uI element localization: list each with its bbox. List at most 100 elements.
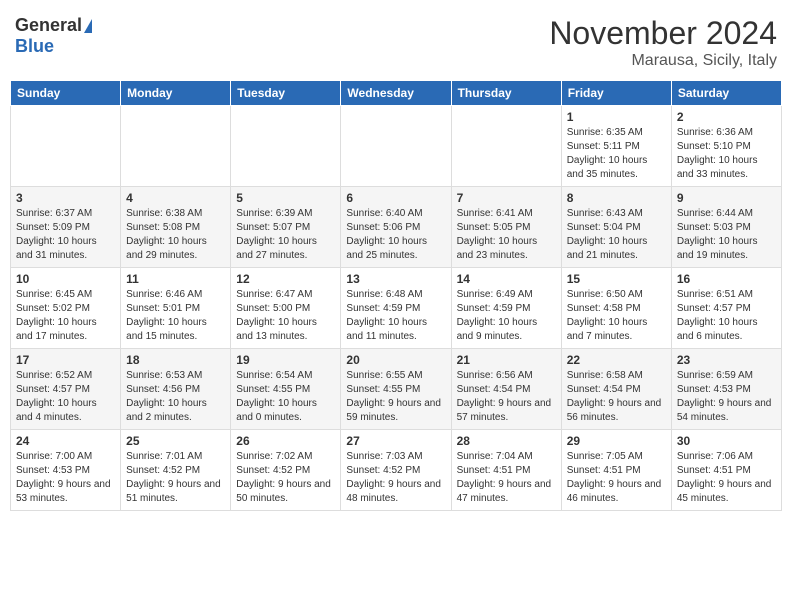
calendar-cell: 7 Sunrise: 6:41 AM Sunset: 5:05 PM Daylig… (451, 187, 561, 268)
day-info: Sunrise: 6:52 AM Sunset: 4:57 PM Dayligh… (16, 369, 115, 425)
day-info: Sunrise: 6:56 AM Sunset: 4:54 PM Dayligh… (457, 369, 556, 425)
calendar-cell: 13 Sunrise: 6:48 AM Sunset: 4:59 PM Dayli… (341, 268, 451, 349)
day-number: 18 (126, 353, 225, 367)
calendar-cell: 30 Sunrise: 7:06 AM Sunset: 4:51 PM Dayli… (671, 430, 781, 511)
calendar-cell: 1 Sunrise: 6:35 AM Sunset: 5:11 PM Daylig… (561, 106, 671, 187)
day-number: 1 (567, 110, 666, 124)
day-info: Sunrise: 6:36 AM Sunset: 5:10 PM Dayligh… (677, 126, 776, 182)
calendar-cell: 26 Sunrise: 7:02 AM Sunset: 4:52 PM Dayli… (231, 430, 341, 511)
calendar-cell: 15 Sunrise: 6:50 AM Sunset: 4:58 PM Dayli… (561, 268, 671, 349)
day-info: Sunrise: 6:58 AM Sunset: 4:54 PM Dayligh… (567, 369, 666, 425)
day-info: Sunrise: 6:55 AM Sunset: 4:55 PM Dayligh… (346, 369, 445, 425)
calendar-cell: 8 Sunrise: 6:43 AM Sunset: 5:04 PM Daylig… (561, 187, 671, 268)
calendar-cell (341, 106, 451, 187)
calendar-cell: 25 Sunrise: 7:01 AM Sunset: 4:52 PM Dayli… (121, 430, 231, 511)
calendar-cell: 14 Sunrise: 6:49 AM Sunset: 4:59 PM Dayli… (451, 268, 561, 349)
day-number: 10 (16, 272, 115, 286)
day-info: Sunrise: 6:40 AM Sunset: 5:06 PM Dayligh… (346, 207, 445, 263)
calendar-cell: 28Sunrise: 7:04 AM Sunset: 4:51 PM Dayli… (451, 430, 561, 511)
month-year: November 2024 (549, 15, 777, 52)
day-number: 7 (457, 191, 556, 205)
day-header-thursday: Thursday (451, 81, 561, 106)
calendar-body: 1 Sunrise: 6:35 AM Sunset: 5:11 PM Daylig… (11, 106, 782, 511)
logo-general-text: General (15, 15, 82, 36)
day-header-wednesday: Wednesday (341, 81, 451, 106)
calendar-cell (11, 106, 121, 187)
day-header-friday: Friday (561, 81, 671, 106)
calendar-cell: 11Sunrise: 6:46 AM Sunset: 5:01 PM Dayli… (121, 268, 231, 349)
header: General Blue November 2024 Marausa, Sici… (10, 10, 782, 70)
day-info: Sunrise: 6:38 AM Sunset: 5:08 PM Dayligh… (126, 207, 225, 263)
day-number: 3 (16, 191, 115, 205)
calendar-cell: 3 Sunrise: 6:37 AM Sunset: 5:09 PM Daylig… (11, 187, 121, 268)
day-header-sunday: Sunday (11, 81, 121, 106)
day-number: 19 (236, 353, 335, 367)
day-info: Sunrise: 6:59 AM Sunset: 4:53 PM Dayligh… (677, 369, 776, 425)
calendar-cell: 16 Sunrise: 6:51 AM Sunset: 4:57 PM Dayli… (671, 268, 781, 349)
day-header-tuesday: Tuesday (231, 81, 341, 106)
day-info: Sunrise: 6:35 AM Sunset: 5:11 PM Dayligh… (567, 126, 666, 182)
day-info: Sunrise: 6:48 AM Sunset: 4:59 PM Dayligh… (346, 288, 445, 344)
day-info: Sunrise: 7:06 AM Sunset: 4:51 PM Dayligh… (677, 450, 776, 506)
calendar-cell: 2 Sunrise: 6:36 AM Sunset: 5:10 PM Daylig… (671, 106, 781, 187)
day-number: 2 (677, 110, 776, 124)
month-title: November 2024 Marausa, Sicily, Italy (549, 15, 777, 70)
day-info: Sunrise: 7:01 AM Sunset: 4:52 PM Dayligh… (126, 450, 225, 506)
day-info: Sunrise: 6:39 AM Sunset: 5:07 PM Dayligh… (236, 207, 335, 263)
calendar-cell: 29Sunrise: 7:05 AM Sunset: 4:51 PM Dayli… (561, 430, 671, 511)
day-info: Sunrise: 7:03 AM Sunset: 4:52 PM Dayligh… (346, 450, 445, 506)
calendar-week-3: 17Sunrise: 6:52 AM Sunset: 4:57 PM Dayli… (11, 349, 782, 430)
calendar-header-row: SundayMondayTuesdayWednesdayThursdayFrid… (11, 81, 782, 106)
day-number: 5 (236, 191, 335, 205)
day-number: 20 (346, 353, 445, 367)
day-number: 30 (677, 434, 776, 448)
calendar-cell: 21 Sunrise: 6:56 AM Sunset: 4:54 PM Dayli… (451, 349, 561, 430)
day-number: 9 (677, 191, 776, 205)
calendar-cell (231, 106, 341, 187)
day-info: Sunrise: 6:44 AM Sunset: 5:03 PM Dayligh… (677, 207, 776, 263)
logo: General Blue (15, 15, 92, 57)
day-header-monday: Monday (121, 81, 231, 106)
calendar-week-1: 3 Sunrise: 6:37 AM Sunset: 5:09 PM Daylig… (11, 187, 782, 268)
location: Marausa, Sicily, Italy (549, 52, 777, 70)
day-number: 4 (126, 191, 225, 205)
day-number: 24 (16, 434, 115, 448)
day-number: 12 (236, 272, 335, 286)
day-number: 26 (236, 434, 335, 448)
day-number: 25 (126, 434, 225, 448)
day-info: Sunrise: 6:54 AM Sunset: 4:55 PM Dayligh… (236, 369, 335, 425)
day-number: 13 (346, 272, 445, 286)
day-number: 21 (457, 353, 556, 367)
day-info: Sunrise: 7:05 AM Sunset: 4:51 PM Dayligh… (567, 450, 666, 506)
calendar-week-0: 1 Sunrise: 6:35 AM Sunset: 5:11 PM Daylig… (11, 106, 782, 187)
day-info: Sunrise: 7:00 AM Sunset: 4:53 PM Dayligh… (16, 450, 115, 506)
day-info: Sunrise: 6:51 AM Sunset: 4:57 PM Dayligh… (677, 288, 776, 344)
day-number: 23 (677, 353, 776, 367)
calendar-cell: 17Sunrise: 6:52 AM Sunset: 4:57 PM Dayli… (11, 349, 121, 430)
day-info: Sunrise: 7:02 AM Sunset: 4:52 PM Dayligh… (236, 450, 335, 506)
day-info: Sunrise: 6:43 AM Sunset: 5:04 PM Dayligh… (567, 207, 666, 263)
day-info: Sunrise: 6:45 AM Sunset: 5:02 PM Dayligh… (16, 288, 115, 344)
calendar-cell: 22 Sunrise: 6:58 AM Sunset: 4:54 PM Dayli… (561, 349, 671, 430)
day-number: 14 (457, 272, 556, 286)
day-number: 22 (567, 353, 666, 367)
day-info: Sunrise: 6:37 AM Sunset: 5:09 PM Dayligh… (16, 207, 115, 263)
day-info: Sunrise: 6:41 AM Sunset: 5:05 PM Dayligh… (457, 207, 556, 263)
calendar-cell: 4 Sunrise: 6:38 AM Sunset: 5:08 PM Daylig… (121, 187, 231, 268)
day-info: Sunrise: 6:50 AM Sunset: 4:58 PM Dayligh… (567, 288, 666, 344)
logo-blue-text: Blue (15, 36, 54, 57)
day-number: 16 (677, 272, 776, 286)
day-number: 27 (346, 434, 445, 448)
day-info: Sunrise: 7:04 AM Sunset: 4:51 PM Dayligh… (457, 450, 556, 506)
calendar-cell: 19 Sunrise: 6:54 AM Sunset: 4:55 PM Dayli… (231, 349, 341, 430)
calendar-cell: 9 Sunrise: 6:44 AM Sunset: 5:03 PM Daylig… (671, 187, 781, 268)
calendar-cell: 12 Sunrise: 6:47 AM Sunset: 5:00 PM Dayli… (231, 268, 341, 349)
day-number: 15 (567, 272, 666, 286)
calendar-table: SundayMondayTuesdayWednesdayThursdayFrid… (10, 80, 782, 511)
day-number: 11 (126, 272, 225, 286)
day-info: Sunrise: 6:47 AM Sunset: 5:00 PM Dayligh… (236, 288, 335, 344)
calendar-cell: 5 Sunrise: 6:39 AM Sunset: 5:07 PM Daylig… (231, 187, 341, 268)
day-info: Sunrise: 6:49 AM Sunset: 4:59 PM Dayligh… (457, 288, 556, 344)
day-number: 8 (567, 191, 666, 205)
day-info: Sunrise: 6:53 AM Sunset: 4:56 PM Dayligh… (126, 369, 225, 425)
